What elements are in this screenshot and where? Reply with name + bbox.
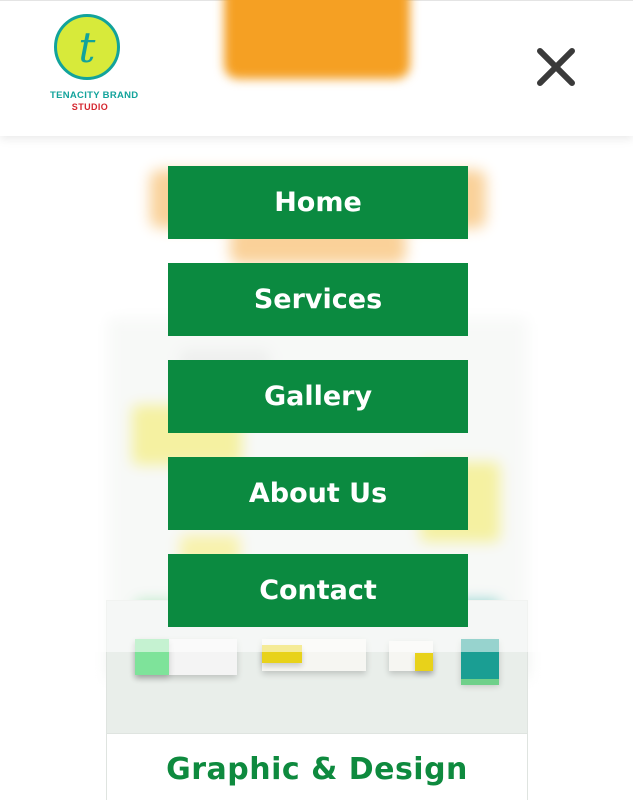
logo-subname: STUDIO [71, 102, 109, 112]
card-body: Graphic & Design [107, 733, 527, 804]
site-header: t TENACITY BRAND STUDIO [0, 0, 633, 136]
close-icon [537, 48, 575, 86]
mockup-card-yellow-2 [415, 653, 433, 671]
menu-item-contact[interactable]: Contact [168, 554, 468, 627]
logo-name: TENACITY BRAND [50, 90, 139, 101]
main-menu: Home Services Gallery About Us Contact [168, 166, 468, 651]
menu-item-services[interactable]: Services [168, 263, 468, 336]
menu-item-about-us[interactable]: About Us [168, 457, 468, 530]
header-blurred-button [224, 0, 410, 79]
menu-item-gallery[interactable]: Gallery [168, 360, 468, 433]
logo-letter: t [78, 23, 96, 72]
logo-badge: t [54, 14, 120, 80]
card-title: Graphic & Design [166, 752, 468, 787]
close-menu-button[interactable] [530, 41, 582, 93]
menu-item-home[interactable]: Home [168, 166, 468, 239]
brand-logo[interactable]: t TENACITY BRAND STUDIO [50, 14, 139, 114]
mockup-card-teal-stripe [461, 679, 499, 685]
